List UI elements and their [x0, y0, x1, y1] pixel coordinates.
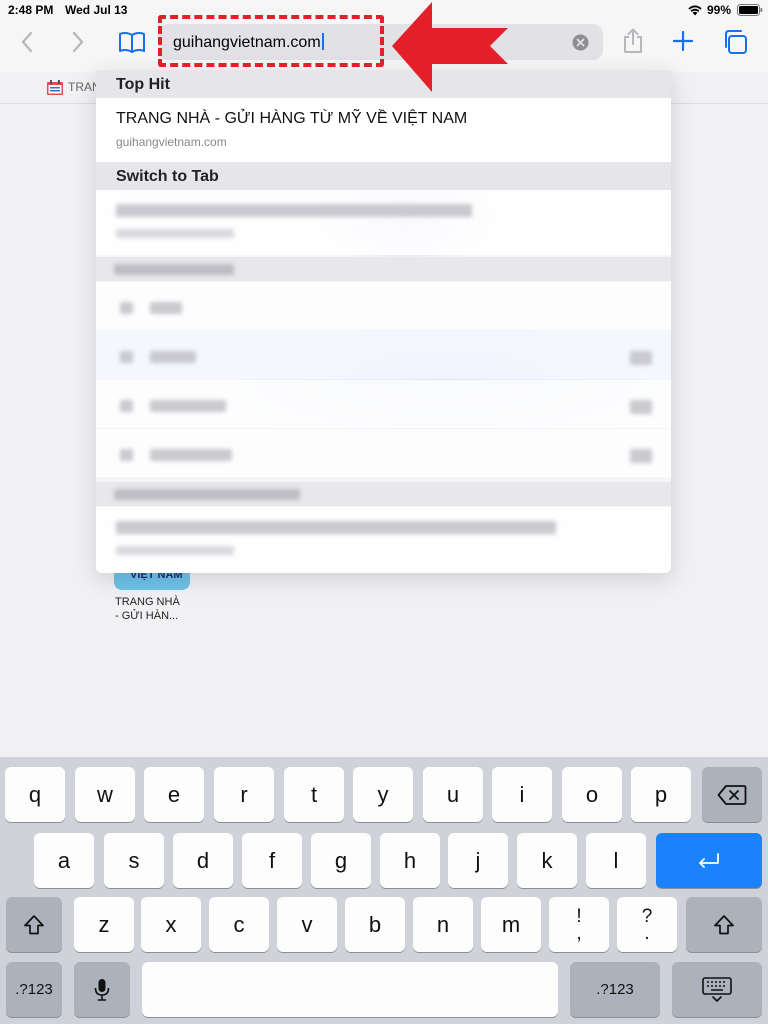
key-j[interactable]: j	[448, 833, 508, 888]
key-q[interactable]: q	[5, 767, 65, 822]
blurred-header	[114, 264, 234, 275]
blurred-fill-arrow[interactable]	[630, 400, 652, 414]
top-hit-title: TRANG NHÀ - GỬI HÀNG TỪ MỸ VỀ VIỆT NAM	[116, 110, 468, 127]
key-top-char: ?	[641, 905, 653, 927]
blurred-suggestion	[150, 449, 232, 461]
switch-tab-header: Switch to Tab	[116, 168, 219, 185]
delete-icon	[717, 784, 747, 805]
key-p[interactable]: p	[631, 767, 691, 822]
shift-icon	[24, 914, 44, 934]
key-z[interactable]: z	[74, 897, 134, 952]
keyboard-dismiss-icon	[702, 976, 732, 1002]
forward-icon[interactable]	[71, 31, 85, 53]
key-w[interactable]: w	[75, 767, 135, 822]
key-i[interactable]: i	[492, 767, 552, 822]
blurred-header	[114, 489, 300, 500]
search-suggestion-row[interactable]	[96, 331, 671, 379]
numbers-key-right[interactable]: .?123	[570, 962, 660, 1017]
switch-tab-row[interactable]	[96, 190, 671, 255]
top-hit-url: guihangvietnam.com	[116, 135, 227, 149]
search-suggestion-row[interactable]	[96, 380, 671, 428]
status-time: 2:48 PM	[8, 3, 54, 17]
blurred-suggestion	[150, 302, 182, 314]
blurred-search-icon	[120, 302, 133, 314]
highlight-annotation-box	[158, 15, 384, 67]
key-x[interactable]: x	[141, 897, 201, 952]
key-k[interactable]: k	[517, 833, 577, 888]
key-m[interactable]: m	[481, 897, 541, 952]
key-bottom-char: ,	[576, 922, 582, 944]
bookmark-history-row[interactable]	[96, 507, 671, 573]
top-hit-header: Top Hit	[116, 76, 170, 93]
search-suggestion-row[interactable]	[96, 429, 671, 477]
blurred-fill-arrow[interactable]	[630, 449, 652, 463]
blurred-fill-arrow[interactable]	[630, 351, 652, 365]
blurred-search-icon	[120, 449, 133, 461]
blurred-url	[116, 546, 234, 555]
key-l[interactable]: l	[586, 833, 646, 888]
top-hit-row[interactable]: TRANG NHÀ - GỬI HÀNG TỪ MỸ VỀ VIỆT NAM g…	[96, 98, 671, 162]
clear-icon[interactable]	[572, 34, 589, 51]
favorite-tile-label-line2: - GỬI HÀN...	[115, 610, 179, 622]
key-f[interactable]: f	[242, 833, 302, 888]
search-suggestions-section	[96, 257, 671, 281]
hide-keyboard-key[interactable]	[672, 962, 762, 1017]
back-icon[interactable]	[20, 31, 34, 53]
favorite-site-icon[interactable]	[47, 80, 63, 95]
key-u[interactable]: u	[423, 767, 483, 822]
favorite-tile-label[interactable]: TRANG NHÀ - GỬI HÀN...	[115, 595, 195, 623]
numbers-key-left[interactable]: .?123	[6, 962, 62, 1017]
blurred-suggestion	[150, 351, 196, 363]
search-suggestion-row[interactable]	[96, 282, 671, 330]
dictation-key[interactable]	[74, 962, 130, 1017]
blurred-search-icon	[120, 400, 133, 412]
bookmarks-history-section	[96, 482, 671, 506]
key-n[interactable]: n	[413, 897, 473, 952]
key-y[interactable]: y	[353, 767, 413, 822]
wifi-icon	[688, 5, 702, 16]
red-arrow-icon	[392, 2, 508, 92]
shift-icon	[714, 914, 734, 934]
shift-key-right[interactable]	[686, 897, 762, 952]
new-tab-icon[interactable]	[673, 31, 693, 51]
battery-percent: 99%	[707, 3, 732, 17]
bookmarks-icon[interactable]	[118, 31, 146, 53]
key-h[interactable]: h	[380, 833, 440, 888]
share-icon[interactable]	[622, 28, 644, 54]
key-bottom-char: .	[644, 922, 650, 944]
key-e[interactable]: e	[144, 767, 204, 822]
top-hit-section: Top Hit	[96, 70, 671, 98]
delete-key[interactable]	[702, 767, 762, 822]
key-v[interactable]: v	[277, 897, 337, 952]
microphone-icon	[94, 978, 110, 1001]
favorite-tile-label-line1: TRANG NHÀ	[115, 596, 180, 608]
suggestions-dropdown: Top Hit TRANG NHÀ - GỬI HÀNG TỪ MỸ VỀ VI…	[96, 70, 671, 573]
key-a[interactable]: a	[34, 833, 94, 888]
switch-tab-section: Switch to Tab	[96, 162, 671, 190]
key-exclamation-comma[interactable]: ! ,	[549, 897, 609, 952]
blurred-search-icon	[120, 351, 133, 363]
blurred-title	[116, 521, 556, 534]
blurred-url	[116, 229, 234, 238]
key-t[interactable]: t	[284, 767, 344, 822]
return-key[interactable]	[656, 833, 762, 888]
blurred-title	[116, 204, 472, 217]
tabs-overview-icon[interactable]	[722, 29, 748, 55]
return-icon	[699, 852, 719, 868]
blurred-suggestion	[150, 400, 226, 412]
key-d[interactable]: d	[173, 833, 233, 888]
key-top-char: !	[576, 905, 582, 927]
key-g[interactable]: g	[311, 833, 371, 888]
status-date: Wed Jul 13	[65, 3, 128, 17]
battery-icon	[737, 4, 763, 16]
key-s[interactable]: s	[104, 833, 164, 888]
key-o[interactable]: o	[562, 767, 622, 822]
key-question-period[interactable]: ? .	[617, 897, 677, 952]
shift-key-left[interactable]	[6, 897, 62, 952]
space-key[interactable]	[142, 962, 558, 1017]
key-b[interactable]: b	[345, 897, 405, 952]
key-c[interactable]: c	[209, 897, 269, 952]
key-r[interactable]: r	[214, 767, 274, 822]
